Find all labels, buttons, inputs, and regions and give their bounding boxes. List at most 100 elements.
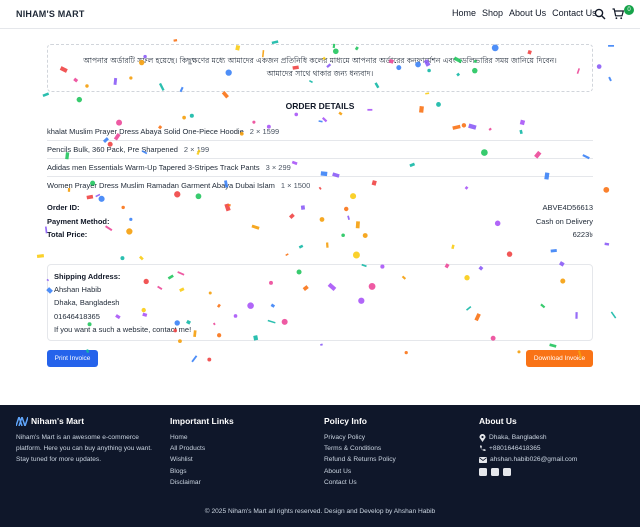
brand-logo[interactable]: NIHAM'S MART [16,9,85,19]
order-item: khalat Muslim Prayer Dress Abaya Solid O… [47,123,593,141]
footer-link-terms[interactable]: Terms & Conditions [324,443,396,454]
footer-policy-title: Policy Info [324,416,367,426]
phone-icon [480,445,486,452]
order-success-notice: আপনার অর্ডারটি সফল হয়েছে। কিছুক্ষণের মধ… [47,44,593,92]
youtube-icon[interactable] [503,467,511,476]
site-footer: Niham's Mart Niham's Mart is an awesome … [0,405,640,527]
confetti-piece [506,251,513,257]
shipping-name: Ahshan Habib [54,285,102,295]
download-invoice-button[interactable]: Download Invoice [526,350,593,367]
confetti-piece [550,248,557,253]
shipping-address-box: Shipping Address: Ahshan Habib Dhaka, Ba… [47,264,593,341]
confetti-piece [425,92,430,95]
order-id-value: ABVE4D56613 [542,203,593,212]
item-name: Women Prayer Dress Muslim Ramadan Garmen… [47,181,275,190]
footer-about-column: About Us Dhaka, Bangladesh +880164641836… [479,416,577,476]
footer-brand-column: Niham's Mart Niham's Mart is an awesome … [16,416,156,466]
shipping-city: Dhaka, Bangladesh [54,298,120,308]
footer-link-refund[interactable]: Refund & Returns Policy [324,454,396,465]
confetti-piece [404,351,408,355]
item-name: Pencils Bulk, 360 Pack, Pre Sharpened [47,145,178,154]
confetti-piece [596,64,602,69]
print-invoice-button[interactable]: Print Invoice [47,350,98,367]
cart-icon[interactable] [612,8,624,20]
confetti-piece [517,350,521,354]
footer-link-contact[interactable]: Contact Us [324,477,396,488]
footer-link-privacy[interactable]: Privacy Policy [324,432,396,443]
instagram-icon[interactable] [491,467,499,476]
footer-brand-name: Niham's Mart [31,416,85,426]
payment-method-value: Cash on Delivery [535,216,593,226]
footer-link-wishlist[interactable]: Wishlist [170,454,234,465]
footer-links-title: Important Links [170,416,234,426]
confetti-piece [608,76,612,82]
confetti-piece [191,355,198,363]
footer-policy-column: Policy Info Privacy Policy Terms & Condi… [324,416,396,488]
footer-location: Dhaka, Bangladesh [489,434,547,441]
nav-contact-us[interactable]: Contact Us [552,8,597,18]
footer-copyright: © 2025 Niham's Mart all rights reserved.… [204,508,436,515]
confetti-piece [120,256,125,261]
confetti-piece [352,251,360,259]
footer-link-disclaimar[interactable]: Disclaimar [170,477,234,488]
order-summary: Order ID: ABVE4D56613 Payment Method: Cash… [47,203,593,244]
confetti-piece [221,90,229,99]
confetti-piece [42,92,50,98]
footer-link-about[interactable]: About Us [324,466,396,477]
total-price-label: Total Price: [47,230,88,239]
payment-method-label: Payment Method: [47,216,110,226]
confetti-piece [285,253,289,257]
nav-about-us[interactable]: About Us [509,8,546,18]
cart-count-badge: 0 [624,5,634,15]
confetti-piece [298,244,304,249]
footer-about-title: About Us [479,416,517,426]
confetti-piece [182,115,186,120]
footer-link-home[interactable]: Home [170,432,234,443]
confetti-piece [36,254,45,259]
order-items-list: khalat Muslim Prayer Dress Abaya Solid O… [47,123,593,195]
confetti-piece [320,343,323,346]
item-quantity: 3 × 299 [265,163,291,172]
confetti-piece [603,186,610,193]
confetti-piece [98,195,105,202]
order-item: Women Prayer Dress Muslim Ramadan Garmen… [47,177,593,195]
footer-links-column: Important Links Home All Products Wishli… [170,416,234,488]
confetti-piece [86,194,94,200]
confetti-piece [173,39,178,42]
item-quantity: 1 × 1500 [280,181,311,190]
email-icon [479,457,487,463]
confetti-piece [207,357,212,362]
nav-home[interactable]: Home [452,8,476,18]
item-name: khalat Muslim Prayer Dress Abaya Solid O… [47,127,244,136]
footer-link-blogs[interactable]: Blogs [170,466,234,477]
confetti-piece [549,343,557,348]
location-icon [479,433,486,442]
order-item: Pencils Bulk, 360 Pack, Pre Sharpened 2 ×… [47,141,593,159]
confetti-piece [189,113,194,118]
facebook-icon[interactable] [479,467,487,476]
confetti-piece [294,112,299,117]
footer-link-all-products[interactable]: All Products [170,443,234,454]
confetti-piece [338,111,343,116]
notice-line-1: আপনার অর্ডারটি সফল হয়েছে। কিছুক্ষণের মধ… [83,56,557,65]
footer-phone: +8801646418365 [489,445,541,453]
item-quantity: 2 × 1599 [249,127,280,136]
confetti-piece [604,242,610,246]
top-navbar: NIHAM'S MART Home Shop About Us Contact … [0,0,640,29]
order-details-title: ORDER DETAILS [285,101,355,111]
main-nav: Home Shop About Us Contact Us [452,8,597,18]
confetti-piece [451,244,455,250]
search-icon[interactable] [594,8,606,20]
confetti-piece [608,44,615,47]
item-quantity: 2 × 199 [183,145,210,154]
shipping-address-label: Shipping Address: [54,272,121,281]
footer-about-text: Niham's Mart is an awesome e-commerce pl… [16,434,152,464]
footer-email[interactable]: ahshan.habib026@gmail.com [490,454,577,465]
order-item: Adidas men Essentials Warm-Up Tapered 3-… [47,159,593,177]
confetti-piece [610,311,617,319]
item-name: Adidas men Essentials Warm-Up Tapered 3-… [47,163,260,172]
notice-line-2: আমাদের সাথে থাকার জন্য ধন্যবাদ। [266,69,374,78]
confetti-piece [321,117,328,123]
nav-shop[interactable]: Shop [482,8,503,18]
shipping-phone: 01646418365 [54,311,100,321]
